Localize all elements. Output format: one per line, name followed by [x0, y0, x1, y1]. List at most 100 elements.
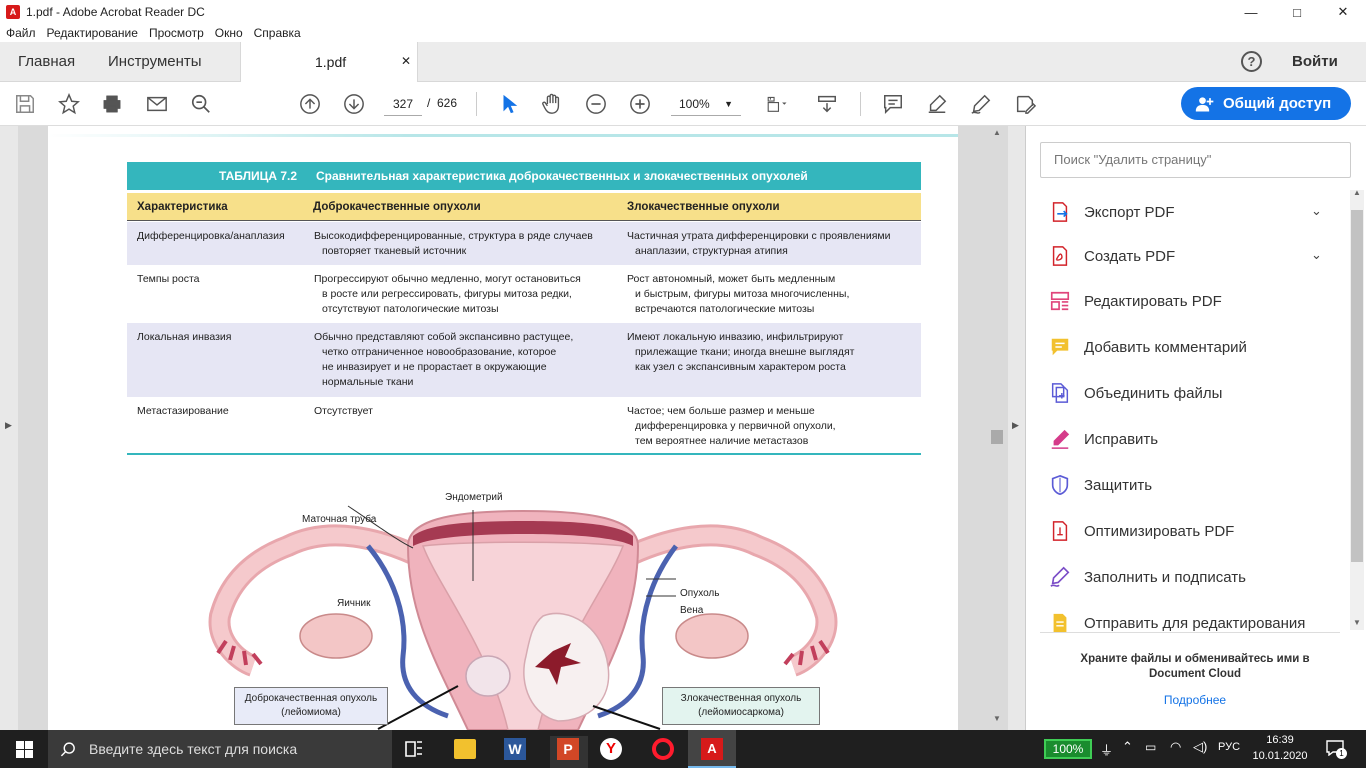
tab-close-icon[interactable]: ✕ [401, 54, 411, 68]
menu-help[interactable]: Справка [254, 26, 301, 40]
tool-optimize-pdf[interactable]: Оптимизировать PDF [1048, 515, 1234, 547]
cell-text: Рост автономный, может быть медленным [627, 273, 836, 285]
tab-home[interactable]: Главная [18, 42, 75, 82]
menu-window[interactable]: Окно [215, 26, 243, 40]
scroll-down-icon[interactable]: ▼ [1353, 618, 1361, 627]
powerpoint-icon[interactable]: P [557, 738, 579, 760]
tab-document[interactable]: 1.pdf ✕ [240, 42, 418, 83]
document-scrollbar[interactable]: ▲ ▼ [988, 126, 1006, 730]
cell-text: повторяет тканевый источник [322, 245, 467, 257]
malignant-tumor-caption: Злокачественная опухоль (лейомиосаркома) [662, 687, 820, 725]
minimize-button[interactable]: — [1228, 0, 1274, 24]
battery-icon[interactable]: ▭ [1145, 740, 1156, 754]
menu-edit[interactable]: Редактирование [47, 26, 138, 40]
search-icon [60, 741, 75, 756]
share-button[interactable]: Общий доступ [1181, 87, 1351, 120]
tool-fill-sign[interactable]: Заполнить и подписать [1048, 561, 1246, 593]
print-icon[interactable] [101, 82, 123, 126]
tools-search-input[interactable]: Поиск "Удалить страницу" [1040, 142, 1351, 178]
tool-create-pdf[interactable]: Создать PDF [1048, 240, 1175, 272]
menu-view[interactable]: Просмотр [149, 26, 204, 40]
close-button[interactable]: ✕ [1320, 0, 1366, 24]
battery-indicator[interactable]: 100% [1044, 739, 1092, 759]
tool-fix[interactable]: Исправить [1048, 423, 1158, 455]
scroll-up-icon[interactable]: ▲ [1353, 188, 1361, 197]
scroll-up-icon[interactable]: ▲ [993, 128, 1001, 137]
scroll-thumb[interactable] [1351, 210, 1363, 562]
create-pdf-icon [1048, 244, 1072, 268]
tool-label: Добавить комментарий [1084, 338, 1247, 356]
tool-export-pdf[interactable]: Экспорт PDF [1048, 196, 1175, 228]
comment-icon[interactable] [882, 82, 904, 126]
email-icon[interactable] [146, 82, 168, 126]
select-cursor-icon[interactable] [498, 82, 520, 126]
volume-icon[interactable]: ◁) [1193, 739, 1207, 755]
taskbar-search[interactable]: Введите здесь текст для поиска [48, 730, 392, 768]
zoom-search-icon[interactable] [190, 82, 212, 126]
wifi-icon[interactable]: ◠ [1170, 739, 1181, 755]
page-number-input[interactable]: 327 [384, 92, 422, 116]
chevron-down-icon[interactable]: ⌄ [1311, 203, 1322, 219]
page-up-icon[interactable] [299, 82, 321, 126]
scroll-thumb[interactable] [991, 430, 1003, 444]
bookmark-star-icon[interactable] [58, 82, 80, 126]
tool-send-for-review[interactable]: Отправить для редактирования [1048, 607, 1305, 639]
zoom-out-icon[interactable] [585, 82, 607, 126]
tool-combine-files[interactable]: Объединить файлы [1048, 377, 1222, 409]
right-panel-toggle[interactable]: ▶ [1008, 126, 1025, 730]
help-icon[interactable]: ? [1241, 51, 1262, 72]
edit-pdf-icon [1048, 289, 1072, 313]
table-row: Дифференцировка/анаплазия Высокодифферен… [127, 222, 921, 265]
start-button[interactable] [0, 730, 48, 768]
label-fallopian-tube: Маточная труба [302, 514, 377, 525]
tool-label: Оптимизировать PDF [1084, 522, 1235, 540]
tab-tools[interactable]: Инструменты [108, 42, 202, 82]
acrobat-taskbar-button[interactable]: A [688, 730, 736, 768]
tool-edit-pdf[interactable]: Редактировать PDF [1048, 285, 1222, 317]
hand-tool-icon[interactable] [541, 82, 563, 126]
table-row: Метастазирование Отсутствует Частое; чем… [127, 397, 921, 455]
file-explorer-icon[interactable] [454, 739, 476, 759]
zoom-select[interactable]: 100% ▼ [671, 92, 741, 116]
cell-text: не инвазирует и не прорастает в окружающ… [322, 361, 547, 373]
tools-scrollbar[interactable]: ▲ ▼ [1350, 188, 1364, 630]
scroll-down-icon[interactable]: ▼ [993, 714, 1001, 723]
acrobat-icon: A [701, 738, 723, 760]
zoom-in-icon[interactable] [629, 82, 651, 126]
tool-protect[interactable]: Защитить [1048, 469, 1152, 501]
yandex-browser-icon[interactable]: Y [600, 738, 622, 760]
table-header-row: Характеристика Доброкачественные опухоли… [127, 193, 921, 221]
cell-text: Частичная утрата дифференцировки с прояв… [627, 230, 891, 242]
page-down-icon[interactable] [343, 82, 365, 126]
word-icon[interactable]: W [504, 738, 526, 760]
opera-icon[interactable] [652, 738, 674, 760]
draw-sign-icon[interactable] [970, 82, 992, 126]
promo-line: Храните файлы и обменивайтесь ими в [1080, 653, 1310, 665]
input-language[interactable]: РУС [1218, 741, 1240, 753]
table-number: ТАБЛИЦА 7.2 [219, 169, 298, 183]
cell-text: Отсутствует [314, 405, 373, 417]
tool-label: Исправить [1084, 430, 1159, 448]
chevron-down-icon[interactable]: ⌄ [1311, 247, 1322, 263]
fill-sign-icon[interactable] [1013, 82, 1037, 126]
cell-text: Обычно представляют собой экспансивно ра… [314, 331, 574, 343]
save-icon[interactable] [14, 82, 36, 126]
tool-add-comment[interactable]: Добавить комментарий [1048, 331, 1247, 363]
task-view-icon[interactable] [404, 740, 424, 758]
label-endometrium: Эндометрий [445, 492, 503, 503]
label-ovary: Яичник [337, 598, 371, 609]
fit-page-icon[interactable] [762, 82, 792, 126]
notifications-icon[interactable]: 1 [1326, 740, 1347, 759]
highlight-pen-icon[interactable] [926, 82, 948, 126]
scroll-mode-icon[interactable] [816, 82, 838, 126]
left-panel-toggle[interactable]: ▶ [0, 126, 18, 730]
learn-more-link[interactable]: Подробнее [1040, 693, 1350, 707]
signin-button[interactable]: Войти [1292, 42, 1338, 82]
maximize-button[interactable]: □ [1274, 0, 1320, 24]
comment-icon [1048, 335, 1072, 359]
plug-icon[interactable]: ⏚ [1100, 740, 1113, 759]
chevron-up-icon[interactable]: ⌃ [1122, 739, 1133, 755]
notification-count: 1 [1336, 748, 1347, 759]
menu-file[interactable]: Файл [6, 26, 36, 40]
clock[interactable]: 16:39 10.01.2020 [1250, 732, 1310, 764]
